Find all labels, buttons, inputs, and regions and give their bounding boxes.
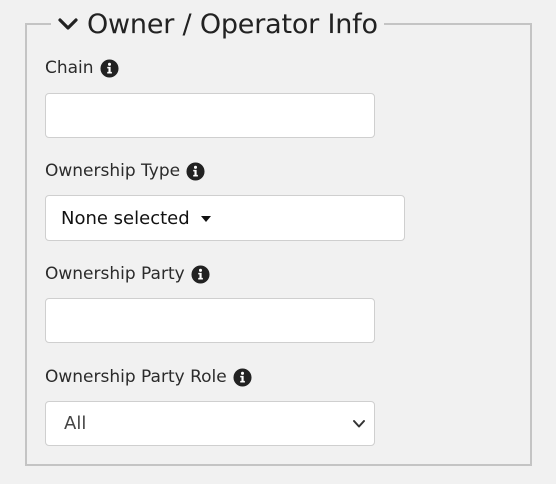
chain-label: Chain xyxy=(45,58,94,78)
info-icon[interactable] xyxy=(100,58,119,78)
chain-input[interactable] xyxy=(45,93,375,138)
chevron-down-icon xyxy=(58,18,78,30)
caret-down-icon xyxy=(200,216,211,222)
ownership-type-selected: None selected xyxy=(61,207,190,229)
ownership-party-role-label-row: Ownership Party Role xyxy=(45,367,252,387)
owner-operator-fieldset xyxy=(25,23,532,466)
ownership-party-input[interactable] xyxy=(45,298,375,343)
ownership-party-role-label: Ownership Party Role xyxy=(45,367,227,387)
chevron-down-icon xyxy=(353,420,365,428)
ownership-party-label-row: Ownership Party xyxy=(45,264,210,284)
ownership-type-dropdown[interactable]: None selected xyxy=(45,195,405,241)
section-toggle[interactable]: Owner / Operator Info xyxy=(51,6,384,42)
ownership-party-label: Ownership Party xyxy=(45,264,185,284)
ownership-type-label-row: Ownership Type xyxy=(45,161,205,181)
ownership-party-role-select[interactable]: All xyxy=(45,401,375,446)
chain-label-row: Chain xyxy=(45,58,119,78)
info-icon[interactable] xyxy=(186,161,205,181)
ownership-type-label: Ownership Type xyxy=(45,161,181,181)
info-icon[interactable] xyxy=(233,367,252,387)
section-title: Owner / Operator Info xyxy=(87,8,378,40)
info-icon[interactable] xyxy=(191,264,210,284)
ownership-party-role-selected: All xyxy=(64,413,87,434)
